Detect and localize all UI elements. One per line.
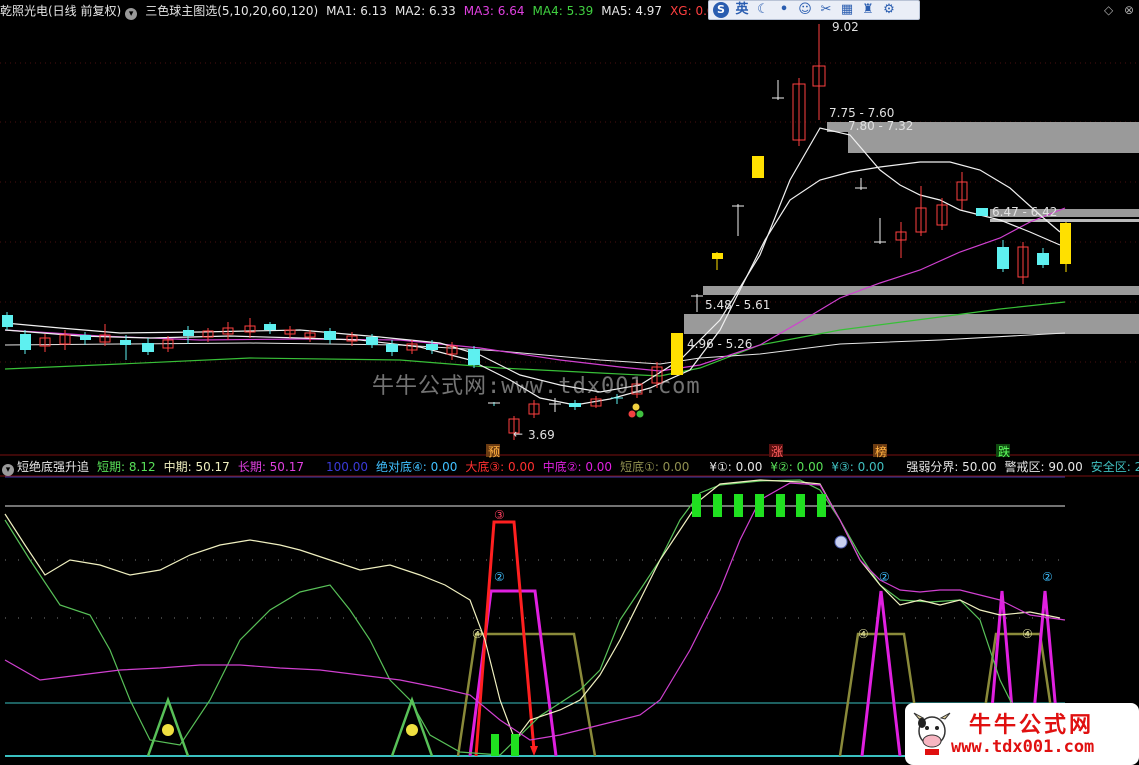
long-term-line bbox=[4, 482, 1066, 741]
big-bottom-value: 大底③: 0.00 bbox=[465, 460, 535, 474]
site-logo[interactable]: 牛牛公式网 www.tdx001.com bbox=[905, 703, 1139, 765]
abs-bottom-value: 绝对底④: 0.00 bbox=[376, 460, 458, 474]
zone-bar bbox=[848, 132, 1139, 153]
y2-value: ¥②: 0.00 bbox=[770, 460, 824, 474]
zone-bar bbox=[990, 219, 1139, 222]
logo-title: 牛牛公式网 bbox=[969, 713, 1095, 738]
warning-value: 警戒区: 90.00 bbox=[1004, 460, 1083, 474]
zone-label: 4.96 - 5.26 bbox=[687, 337, 753, 351]
marker-4: ④ bbox=[1022, 627, 1033, 641]
cow-logo-icon bbox=[913, 712, 951, 755]
y1-value: ¥①: 0.00 bbox=[709, 460, 763, 474]
y3-value: ¥③: 0.00 bbox=[831, 460, 885, 474]
marker-4: ④ bbox=[858, 627, 869, 641]
marker-4: ④ bbox=[472, 627, 483, 641]
tricolor-ball-icon bbox=[628, 403, 644, 418]
zone-bar bbox=[703, 286, 1139, 295]
low-arrow-icon: ← bbox=[513, 427, 524, 441]
strong-weak-value: 强弱分界: 50.00 bbox=[906, 460, 997, 474]
zone-label: 5.48 - 5.61 bbox=[705, 298, 771, 312]
mid-value: 中期: 50.17 bbox=[163, 460, 230, 474]
zone-label: 7.80 - 7.32 bbox=[848, 119, 914, 133]
short-bottom-value: 短底①: 0.00 bbox=[620, 460, 690, 474]
zone-label: 7.75 - 7.60 bbox=[829, 106, 895, 120]
v100-value: 100.00 bbox=[326, 460, 369, 474]
price-low-label: 3.69 bbox=[528, 428, 555, 442]
ma-white-short bbox=[4, 127, 1061, 393]
price-high-label: 9.02 bbox=[832, 20, 859, 34]
mid-bottom-value: 中底②: 0.00 bbox=[542, 460, 613, 474]
sub-chart-header: ▾ 短绝底强升追 短期: 8.12 中期: 50.17 长期: 50.17 100.00 绝… bbox=[0, 458, 1139, 476]
safe-value: 安全区: 20.00 bbox=[1090, 460, 1139, 474]
marker-3: ③ bbox=[494, 508, 505, 522]
mid-term-line bbox=[4, 479, 1061, 742]
marker-2: ② bbox=[494, 570, 505, 584]
watermark: 牛牛公式网:www.tdx001.com bbox=[372, 374, 701, 399]
long-value: 长期: 50.17 bbox=[237, 460, 305, 474]
zone-label: 6.47 - 6.42 bbox=[992, 205, 1058, 219]
chevron-down-icon[interactable]: ▾ bbox=[2, 464, 14, 476]
marker-2: ② bbox=[879, 570, 890, 584]
zone-bar bbox=[684, 314, 1139, 334]
logo-url: www.tdx001.com bbox=[951, 737, 1095, 757]
short-value: 短期: 8.12 bbox=[97, 460, 156, 474]
marker-2: ② bbox=[1042, 570, 1053, 584]
sub-indicator-name[interactable]: 短绝底强升追 bbox=[17, 460, 89, 474]
